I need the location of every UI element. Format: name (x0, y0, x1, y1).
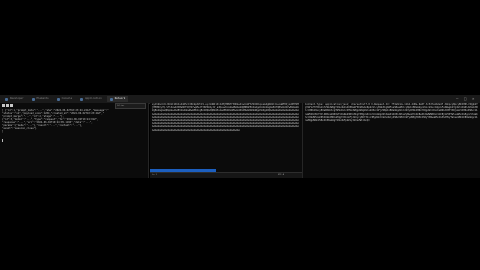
pane-toolbar: filter (2, 103, 146, 109)
status-bar: Ln 1 UTF-8 (150, 172, 302, 178)
status-encoding[interactable]: UTF-8 (278, 173, 284, 177)
tab-developer[interactable]: Developer (2, 96, 27, 102)
request-list-pane: filter [ {"id":1,"prompt_data":"...","sh… (0, 103, 148, 178)
pane-divider[interactable] (148, 103, 149, 178)
record-icon[interactable] (2, 104, 5, 107)
clear-icon[interactable] (6, 104, 9, 107)
tab-label: Developer (10, 97, 24, 100)
tab-console[interactable]: Console (54, 96, 76, 102)
tab-icon (80, 97, 84, 101)
text-cursor (2, 139, 3, 142)
json-line: ] (2, 130, 4, 133)
payload-pane: eyJhbGciOiJIUzI1NiIsInR5cCI6IkpXVCJ9.eyJ… (150, 103, 302, 178)
close-button[interactable]: ✕ (472, 96, 474, 102)
tab-label: Console (61, 97, 73, 100)
tab-label: Network (114, 97, 126, 100)
payload-text: eyJhbGciOiJIUzI1NiIsInR5cCI6IkpXVCJ9.eyJ… (152, 103, 299, 132)
tab-icon (56, 97, 60, 101)
filter-icon[interactable] (10, 104, 13, 107)
minimize-button[interactable]: — (456, 96, 458, 102)
tab-application[interactable]: Application (77, 96, 105, 102)
tab-label: Elements (36, 97, 49, 100)
status-line: Ln 1 (152, 174, 157, 176)
tab-network[interactable]: Network (106, 96, 129, 102)
tab-elements[interactable]: Elements (29, 96, 52, 102)
tab-icon (109, 97, 113, 101)
response-pane: Content-Type: application/json; charset=… (303, 103, 480, 178)
tab-icon (31, 97, 35, 101)
tab-label: Application (85, 97, 102, 100)
maximize-button[interactable]: □ (464, 96, 466, 102)
response-text: Content-Type: application/json; charset=… (305, 103, 478, 123)
tab-icon (5, 97, 8, 101)
